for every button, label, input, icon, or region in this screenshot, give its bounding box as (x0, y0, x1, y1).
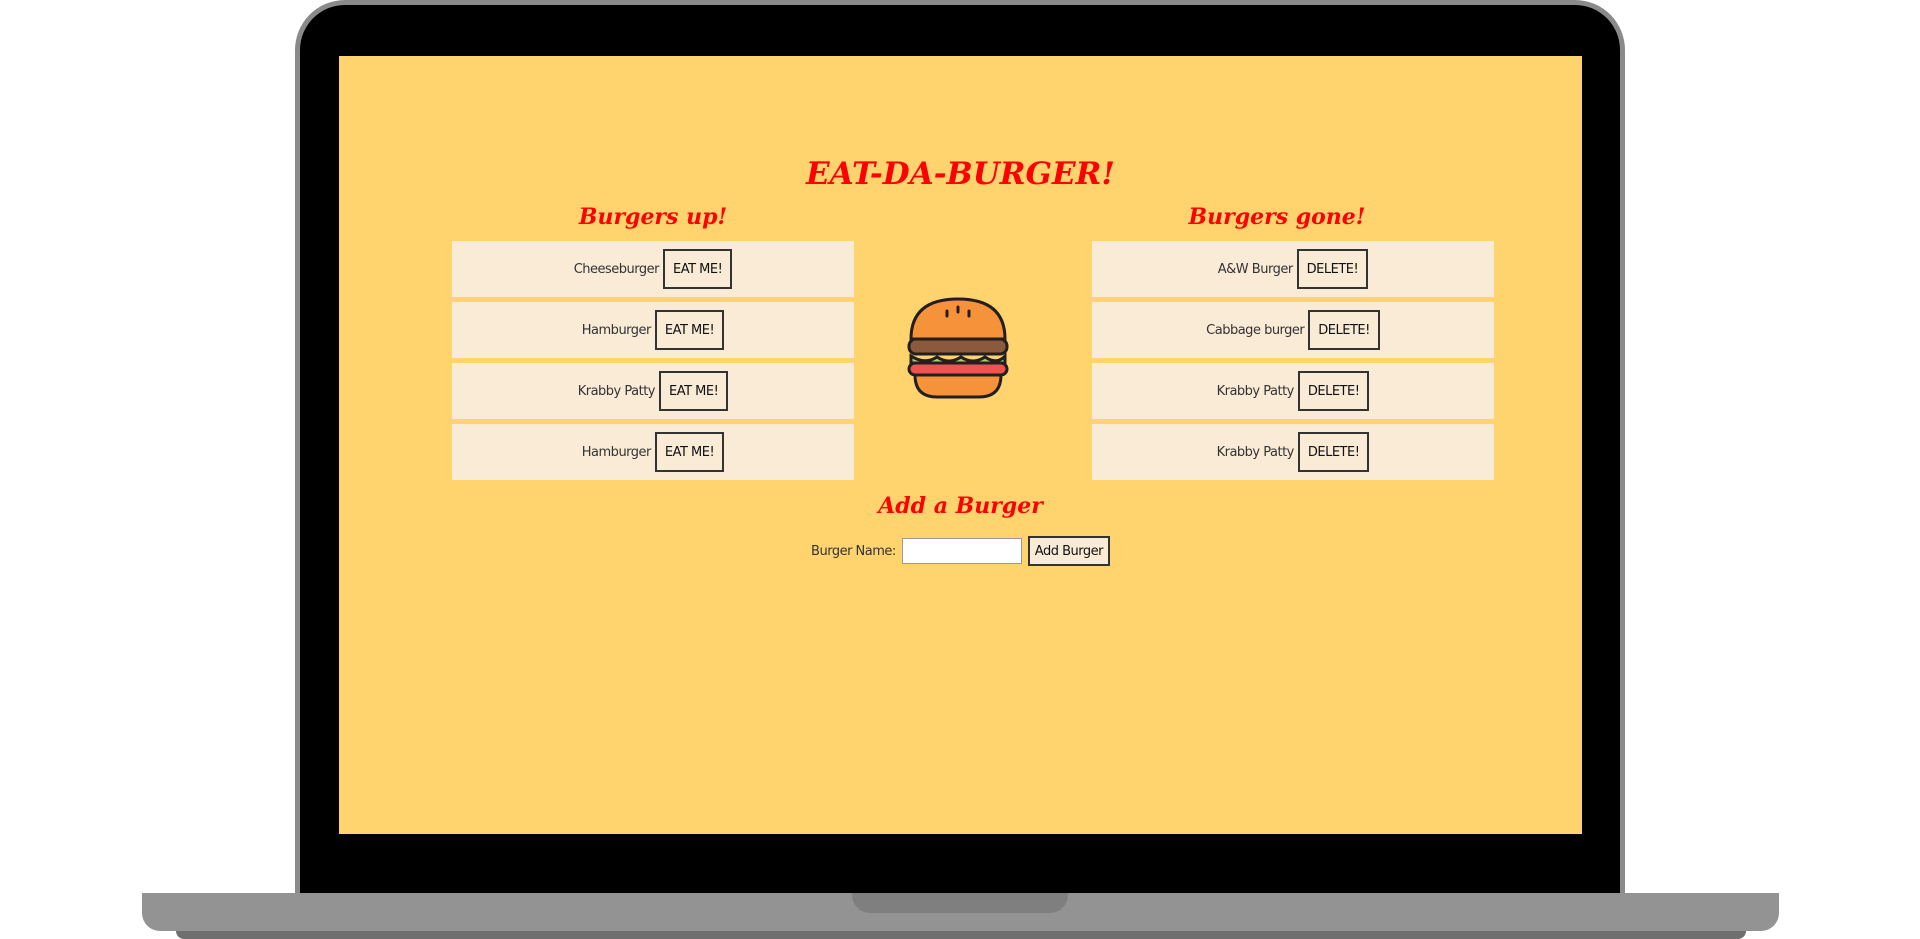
list-item: Hamburger EAT ME! (452, 302, 854, 358)
add-burger-form: Burger Name: Add Burger (339, 536, 1582, 566)
add-burger-button[interactable]: Add Burger (1027, 536, 1110, 566)
list-item: Krabby Patty DELETE! (1092, 424, 1494, 480)
list-item: Cheeseburger EAT ME! (452, 241, 854, 297)
laptop-base-shadow (176, 931, 1746, 939)
page-title: EAT-DA-BURGER! (805, 156, 1116, 192)
add-burger-title: Add a Burger (878, 493, 1043, 519)
delete-button[interactable]: DELETE! (1308, 310, 1380, 350)
burger-name-label: Burger Name: (811, 543, 896, 559)
list-item: Krabby Patty EAT ME! (452, 363, 854, 419)
burger-name: Krabby Patty (1216, 444, 1295, 460)
eat-button[interactable]: EAT ME! (658, 371, 729, 411)
delete-button[interactable]: DELETE! (1297, 371, 1370, 411)
list-item: A&W Burger DELETE! (1092, 241, 1494, 297)
burger-name: A&W Burger (1217, 261, 1293, 277)
burger-name: Krabby Patty (577, 383, 656, 399)
list-item: Cabbage burger DELETE! (1092, 302, 1494, 358)
delete-button[interactable]: DELETE! (1296, 249, 1369, 289)
app-screen: EAT-DA-BURGER! Burgers up! Burgers gone!… (339, 56, 1582, 834)
burger-name: Cabbage burger (1206, 322, 1305, 338)
burgers-up-title: Burgers up! (578, 204, 728, 230)
burgers-gone-title: Burgers gone! (1188, 204, 1366, 230)
eat-button[interactable]: EAT ME! (654, 310, 725, 350)
burgers-gone-list: A&W Burger DELETE! Cabbage burger DELETE… (1092, 241, 1494, 485)
list-item: Krabby Patty DELETE! (1092, 363, 1494, 419)
burger-name: Hamburger (581, 322, 652, 338)
eat-button[interactable]: EAT ME! (654, 432, 725, 472)
delete-button[interactable]: DELETE! (1297, 432, 1370, 472)
burger-name-input[interactable] (901, 538, 1022, 564)
burgers-up-list: Cheeseburger EAT ME! Hamburger EAT ME! K… (452, 241, 854, 485)
list-item: Hamburger EAT ME! (452, 424, 854, 480)
burger-name: Hamburger (581, 444, 652, 460)
eat-button[interactable]: EAT ME! (662, 249, 733, 289)
burger-name: Cheeseburger (573, 261, 660, 277)
burger-name: Krabby Patty (1216, 383, 1295, 399)
burger-icon (907, 297, 1009, 399)
laptop-notch (852, 893, 1068, 913)
